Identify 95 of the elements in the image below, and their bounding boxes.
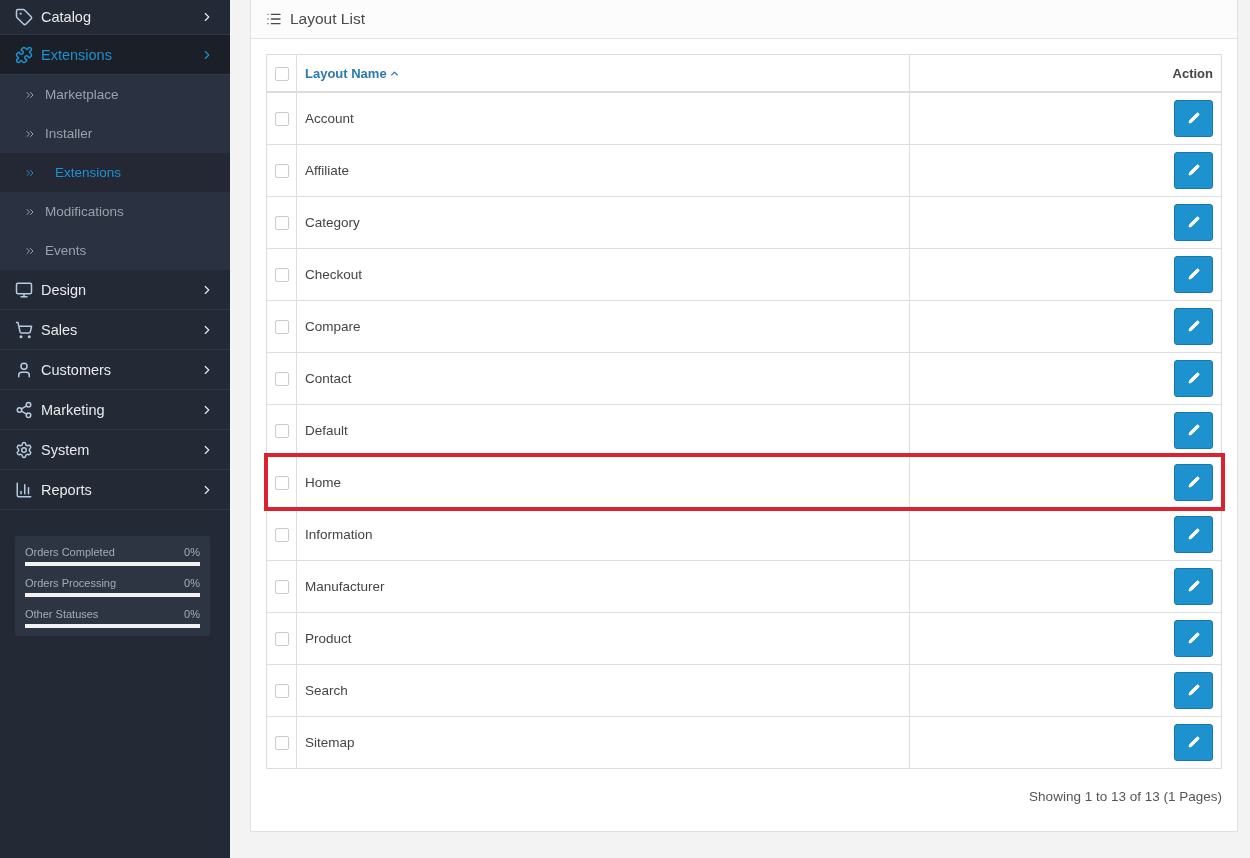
submenu-item[interactable]: Marketplace	[0, 75, 230, 114]
row-checkbox[interactable]	[274, 631, 289, 646]
stat-reading: 0%	[184, 546, 200, 558]
stat-label: Orders Processing	[25, 577, 117, 589]
layout-name-cell: Search	[296, 664, 910, 716]
submenu-label: Marketplace	[45, 87, 119, 102]
submenu-label: Installer	[45, 126, 93, 141]
submenu-item[interactable]: Modifications	[0, 192, 230, 231]
menu-icon	[15, 45, 33, 64]
row-checkbox[interactable]	[274, 527, 289, 542]
row-checkbox[interactable]	[274, 735, 289, 750]
pencil-icon	[1187, 372, 1200, 384]
submenu-label: Modifications	[45, 204, 124, 219]
edit-button[interactable]	[1174, 203, 1213, 241]
edit-button[interactable]	[1174, 359, 1213, 397]
menu-icon	[15, 280, 33, 299]
edit-button[interactable]	[1174, 307, 1213, 345]
stat-label: Orders Completed	[25, 546, 115, 558]
submenu-label: Extensions	[55, 165, 122, 180]
menu-icon	[15, 480, 33, 499]
menu-label: Extensions	[41, 46, 113, 63]
submenu-item[interactable]: Installer	[0, 114, 230, 153]
edit-button[interactable]	[1174, 515, 1213, 553]
pencil-icon	[1187, 216, 1200, 228]
column-header: Action	[1172, 65, 1213, 81]
menu-label: Customers	[41, 361, 113, 378]
row-checkbox[interactable]	[274, 371, 289, 386]
menu-icon	[15, 440, 33, 459]
stat-label: Other Statuses	[25, 608, 99, 620]
row-checkbox[interactable]	[274, 319, 289, 334]
menu-label: System	[41, 441, 91, 458]
layout-name-cell: Sitemap	[296, 716, 910, 768]
edit-button[interactable]	[1174, 411, 1213, 449]
layout-name-cell: Checkout	[296, 248, 910, 300]
edit-button[interactable]	[1174, 151, 1213, 189]
panel-title: Layout List	[290, 10, 365, 28]
menu-label: Sales	[41, 321, 79, 338]
pencil-icon	[1187, 528, 1200, 540]
pencil-icon	[1187, 684, 1200, 696]
pencil-icon	[1187, 268, 1200, 280]
menu-icon	[15, 320, 33, 339]
row-checkbox[interactable]	[274, 112, 289, 127]
layout-name-cell: Information	[296, 508, 910, 560]
layout-name-cell: Affiliate	[296, 144, 910, 196]
menu-label: Catalog	[41, 9, 92, 25]
edit-button[interactable]	[1174, 671, 1213, 709]
row-checkbox[interactable]	[274, 683, 289, 698]
pencil-icon	[1187, 164, 1200, 176]
menu-item[interactable]: Extensions	[0, 35, 230, 75]
edit-button[interactable]	[1174, 567, 1213, 605]
list-icon	[266, 11, 282, 27]
pencil-icon	[1187, 580, 1200, 592]
submenu-item[interactable]: Extensions	[0, 153, 230, 192]
row-checkbox[interactable]	[274, 579, 289, 594]
edit-button[interactable]	[1174, 255, 1213, 293]
stat-reading: 0%	[184, 577, 200, 589]
layout-name-cell: Category	[296, 196, 910, 248]
menu-item[interactable]: Sales	[0, 310, 230, 350]
menu-item[interactable]: Reports	[0, 470, 230, 510]
edit-button[interactable]	[1174, 619, 1213, 657]
sort-link[interactable]: Layout Name	[305, 65, 400, 81]
edit-button[interactable]	[1174, 723, 1213, 761]
edit-button[interactable]	[1174, 99, 1213, 137]
layout-name-cell: Manufacturer	[296, 560, 910, 612]
edit-button[interactable]	[1174, 463, 1213, 501]
layout-name-cell: Contact	[296, 352, 910, 404]
row-checkbox[interactable]	[274, 215, 289, 230]
select-all-checkbox[interactable]	[274, 66, 289, 81]
menu-label: Design	[41, 281, 88, 298]
layout-name-cell: Account	[296, 92, 910, 144]
menu-label: Reports	[41, 481, 93, 498]
stat-reading: 0%	[184, 608, 200, 620]
menu-item[interactable]: System	[0, 430, 230, 470]
row-checkbox[interactable]	[274, 267, 289, 282]
pagination-text: Showing 1 to 13 of 13 (1 Pages)	[1028, 787, 1222, 804]
menu-icon	[15, 360, 33, 379]
submenu-label: Events	[45, 243, 87, 258]
row-checkbox[interactable]	[274, 475, 289, 490]
layout-name-cell: Product	[296, 612, 910, 664]
layout-name-cell: Compare	[296, 300, 910, 352]
menu-icon	[15, 8, 33, 26]
row-checkbox[interactable]	[274, 163, 289, 178]
menu-label: Marketing	[41, 401, 106, 418]
pencil-icon	[1187, 424, 1200, 436]
pencil-icon	[1187, 736, 1200, 748]
menu-icon	[15, 400, 33, 419]
menu-item[interactable]: Design	[0, 270, 230, 310]
menu-item[interactable]: Marketing	[0, 390, 230, 430]
pencil-icon	[1187, 476, 1200, 488]
pencil-icon	[1187, 112, 1200, 125]
menu-item[interactable]: Customers	[0, 350, 230, 390]
pencil-icon	[1187, 320, 1200, 332]
row-checkbox[interactable]	[274, 423, 289, 438]
pencil-icon	[1187, 632, 1200, 644]
submenu-item[interactable]: Events	[0, 231, 230, 270]
